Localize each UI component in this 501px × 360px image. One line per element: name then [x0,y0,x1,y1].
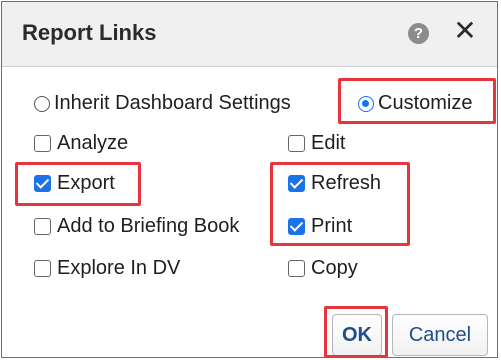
checkbox-add-to-briefing-book-box[interactable] [34,218,51,235]
close-icon[interactable]: ✕ [452,16,478,46]
checkbox-copy[interactable]: Copy [288,257,358,280]
dialog-title: Report Links [22,20,157,45]
help-icon[interactable]: ? [408,23,429,44]
radio-inherit-label: Inherit Dashboard Settings [54,92,291,114]
checkbox-analyze-box[interactable] [34,135,51,152]
checkbox-analyze-label: Analyze [57,132,129,154]
dialog-titlebar: Report Links ? ✕ [2,2,497,67]
checkbox-add-to-briefing-book-label: Add to Briefing Book [57,215,240,237]
checkbox-copy-label: Copy [311,257,358,279]
highlight-export [15,162,141,206]
report-links-dialog: Report Links ? ✕ Inherit Dashboard Setti… [1,1,498,358]
checkbox-analyze[interactable]: Analyze [34,132,128,155]
highlight-ok-button [324,306,388,358]
radio-inherit-indicator[interactable] [34,95,50,112]
checkbox-copy-box[interactable] [288,260,305,277]
checkbox-edit-label: Edit [311,132,346,154]
checkbox-explore-in-dv[interactable]: Explore In DV [34,257,180,280]
checkbox-explore-in-dv-box[interactable] [34,260,51,277]
highlight-customize [338,78,496,124]
checkbox-edit[interactable]: Edit [288,132,345,155]
radio-inherit-dashboard-settings[interactable]: Inherit Dashboard Settings [34,92,291,115]
checkbox-add-to-briefing-book[interactable]: Add to Briefing Book [34,215,239,238]
checkbox-explore-in-dv-label: Explore In DV [57,257,181,279]
highlight-refresh-print [270,162,410,246]
checkbox-edit-box[interactable] [288,135,305,152]
cancel-button[interactable]: Cancel [392,314,488,356]
